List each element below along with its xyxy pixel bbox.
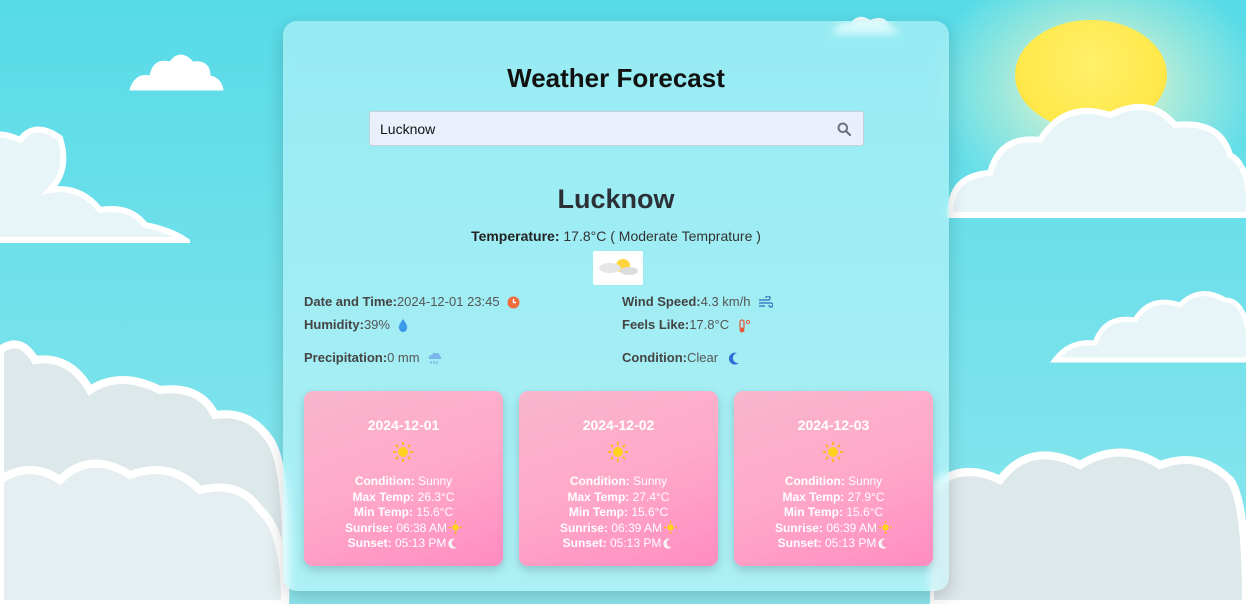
sunrise-value: 06:38 AM [396, 520, 448, 535]
sunset-value: 05:13 PM [609, 536, 662, 551]
sun-icon [449, 520, 463, 534]
detail-feels-like: Feels Like:17.8°C [622, 317, 751, 333]
page-title: Weather Forecast [507, 63, 725, 93]
detail-condition: Condition:Clear [622, 350, 741, 365]
forecast-details: Condition: Sunny Max Temp: 27.9°C Min Te… [734, 474, 933, 552]
condition-label: Condition: [784, 474, 845, 488]
feels-like-value: 17.8°C [689, 317, 730, 332]
precipitation-label: Precipitation: [304, 350, 388, 365]
sunset-label: Sunset: [777, 536, 822, 551]
detail-humidity: Humidity:39% [304, 317, 408, 333]
search-bar [369, 111, 864, 146]
forecast-date: 2024-12-02 [582, 417, 655, 433]
condition-label: Condition: [354, 474, 415, 488]
condition-value: Sunny [848, 474, 883, 488]
sun-icon [664, 520, 678, 534]
sunrise-value: 06:39 AM [611, 520, 663, 535]
clock-icon [507, 296, 520, 309]
min-temp-value: 15.6°C [416, 505, 454, 520]
sunset-value: 05:13 PM [394, 536, 447, 551]
detail-precipitation: Precipitation:0 mm [304, 350, 442, 365]
moon-icon [663, 538, 673, 550]
search-icon[interactable] [837, 122, 851, 136]
cloud-illustration [0, 126, 190, 243]
search-input[interactable] [380, 112, 820, 145]
cloud-illustration [946, 104, 1246, 218]
sunset-label: Sunset: [347, 536, 392, 551]
min-temp-label: Min Temp: [783, 505, 843, 520]
humidity-value: 39% [363, 317, 390, 332]
thermometer-icon [739, 318, 750, 333]
rain-cloud-icon [429, 352, 442, 365]
sunrise-label: Sunrise: [559, 520, 608, 535]
cloud-illustration [930, 448, 1246, 604]
temperature-line: Temperature: 17.8°C ( Moderate Tempratur… [283, 228, 949, 244]
wind-icon [759, 296, 774, 308]
max-temp-value: 27.9°C [847, 489, 885, 504]
min-temp-value: 15.6°C [846, 505, 884, 520]
condition-value: Clear [686, 350, 719, 365]
sun-icon [393, 442, 413, 462]
precipitation-value: 0 mm [387, 350, 420, 365]
detail-wind: Wind Speed:4.3 km/h [622, 294, 774, 309]
moon-icon [448, 538, 458, 550]
condition-value: Sunny [633, 474, 668, 488]
max-temp-value: 26.3°C [417, 489, 455, 504]
max-temp-label: Max Temp: [567, 489, 630, 504]
moon-icon [878, 538, 888, 550]
cloud-illustration [129, 54, 224, 91]
condition-label: Condition: [569, 474, 630, 488]
condition-value: Sunny [418, 474, 453, 488]
forecast-card: 2024-12-02 Condition: Sunny Max Temp: 27… [519, 391, 718, 566]
forecast-details: Condition: Sunny Max Temp: 26.3°C Min Te… [304, 474, 503, 552]
max-temp-label: Max Temp: [352, 489, 415, 504]
sunset-value: 05:13 PM [824, 536, 877, 551]
sunrise-label: Sunrise: [774, 520, 823, 535]
forecast-date: 2024-12-03 [797, 417, 870, 433]
min-temp-label: Min Temp: [568, 505, 628, 520]
datetime-value: 2024-12-01 23:45 [396, 294, 500, 309]
cloud-illustration [1050, 291, 1246, 363]
temperature-value: 17.8°C ( Moderate Temprature ) [563, 228, 761, 244]
max-temp-value: 27.4°C [632, 489, 670, 504]
max-temp-label: Max Temp: [782, 489, 845, 504]
water-drop-icon [398, 319, 407, 333]
min-temp-value: 15.6°C [631, 505, 669, 520]
forecast-date: 2024-12-01 [367, 417, 440, 433]
sunset-label: Sunset: [562, 536, 607, 551]
sun-icon [823, 442, 843, 462]
moon-icon [728, 352, 739, 365]
city-name: Lucknow [557, 184, 675, 214]
temperature-label: Temperature: [471, 228, 560, 244]
min-temp-label: Min Temp: [353, 505, 413, 520]
sun-icon [879, 520, 893, 534]
condition-label: Condition: [622, 350, 687, 365]
datetime-label: Date and Time: [304, 294, 397, 309]
weather-card: Weather Forecast Lucknow Temperature: 17… [283, 21, 949, 591]
feels-like-label: Feels Like: [622, 317, 690, 332]
wind-value: 4.3 km/h [700, 294, 751, 309]
humidity-label: Humidity: [304, 317, 364, 332]
sun-icon [608, 442, 628, 462]
forecast-card: 2024-12-01 Condition: Sunny Max Temp: 26… [304, 391, 503, 566]
partly-cloudy-icon [593, 251, 643, 285]
cloud-illustration [0, 340, 290, 604]
detail-datetime: Date and Time:2024-12-01 23:45 [304, 294, 520, 309]
forecast-card: 2024-12-03 Condition: Sunny Max Temp: 27… [734, 391, 933, 566]
sunrise-label: Sunrise: [344, 520, 393, 535]
forecast-details: Condition: Sunny Max Temp: 27.4°C Min Te… [519, 474, 718, 552]
wind-label: Wind Speed: [622, 294, 701, 309]
sunrise-value: 06:39 AM [826, 520, 878, 535]
